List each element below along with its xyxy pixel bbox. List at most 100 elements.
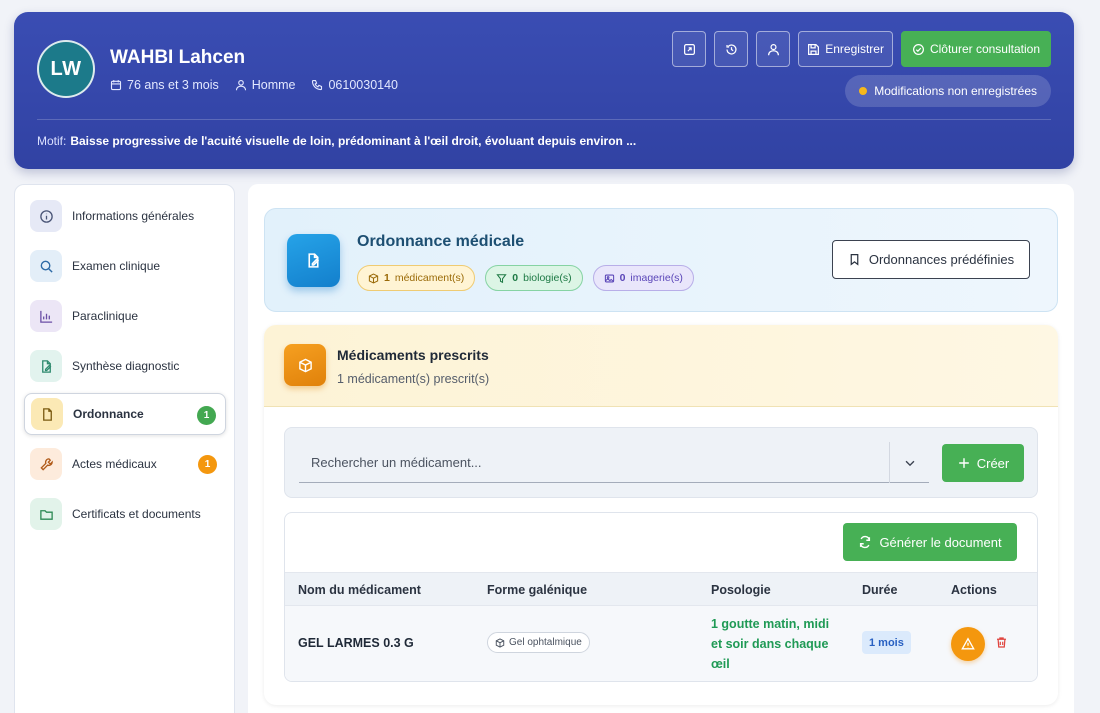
sidebar-item-label: Synthèse diagnostic	[72, 359, 180, 373]
edit-document-icon	[287, 234, 340, 287]
status-dot-icon	[859, 87, 868, 95]
wrench-icon	[30, 448, 62, 480]
info-icon	[30, 200, 62, 232]
medicaments-card: Médicaments prescrits 1 médicament(s) pr…	[264, 325, 1058, 705]
imagerie-count: 0	[619, 272, 626, 284]
motif-text: Baisse progressive de l'acuité visuelle …	[70, 134, 637, 148]
consultation-motif: Motif: Baisse progressive de l'acuité vis…	[37, 134, 636, 148]
profile-button[interactable]	[756, 31, 791, 67]
ordonnance-title: Ordonnance médicale	[357, 233, 525, 250]
patient-phone: 0610030140	[311, 78, 398, 92]
close-consultation-label: Clôturer consultation	[929, 42, 1040, 56]
history-button[interactable]	[714, 31, 749, 67]
sidebar-badge: 1	[198, 455, 217, 474]
patient-sex-text: Homme	[251, 78, 296, 92]
chevron-down-icon	[905, 460, 914, 466]
column-header: Forme galénique	[487, 583, 588, 597]
imagerie-count-chip: 0 imagerie(s)	[592, 265, 694, 291]
save-button[interactable]: Enregistrer	[798, 31, 893, 67]
duration-badge: 1 mois	[862, 631, 911, 654]
plus-icon	[958, 458, 969, 468]
close-consultation-button[interactable]: Clôturer consultation	[900, 31, 1051, 67]
history-icon	[726, 43, 737, 55]
galenic-form-badge: Gel ophtalmique	[487, 632, 590, 653]
user-icon	[235, 79, 246, 91]
generate-document-button[interactable]: Générer le document	[843, 523, 1017, 561]
sidebar-item-certificats-documents[interactable]: Certificats et documents	[24, 493, 226, 535]
medicament-count-label: médicament(s)	[394, 272, 465, 284]
column-header: Actions	[951, 583, 997, 597]
search-icon	[30, 250, 62, 282]
user-icon	[767, 43, 779, 55]
create-label: Créer	[976, 455, 1010, 471]
main-content: Ordonnance médicale 1 médicament(s) 0 bi…	[248, 184, 1074, 713]
sidebar-item-paraclinique[interactable]: Paraclinique	[24, 295, 226, 337]
interaction-warning-button[interactable]	[951, 627, 985, 661]
avatar: LW	[37, 40, 95, 98]
galenic-form-text: Gel ophtalmique	[509, 637, 582, 648]
ordonnance-card: Ordonnance médicale 1 médicament(s) 0 bi…	[264, 208, 1058, 312]
sidebar-item-examen-clinique[interactable]: Examen clinique	[24, 245, 226, 287]
patient-header: LW WAHBI Lahcen 76 ans et 3 mois Homme 0…	[14, 12, 1074, 169]
medicament-search-input[interactable]	[299, 442, 929, 483]
warning-icon	[961, 637, 975, 650]
box-icon	[495, 637, 505, 648]
sidebar-item-synthese-diagnostic[interactable]: Synthèse diagnostic	[24, 345, 226, 387]
header-divider	[37, 119, 1051, 120]
column-header: Posologie	[711, 583, 771, 597]
header-actions: Enregistrer Clôturer consultation	[672, 31, 1051, 67]
patient-age-text: 76 ans et 3 mois	[127, 78, 219, 92]
patient-name: WAHBI Lahcen	[110, 47, 246, 68]
patient-sex: Homme	[235, 78, 296, 92]
trash-icon	[997, 637, 1006, 648]
filter-icon	[496, 273, 507, 283]
column-header: Durée	[862, 583, 898, 597]
delete-row-button[interactable]	[995, 636, 1009, 650]
biologie-count-label: biologie(s)	[523, 272, 572, 284]
save-icon	[808, 43, 820, 55]
medicaments-header: Médicaments prescrits 1 médicament(s) pr…	[264, 325, 1058, 407]
folder-icon	[30, 498, 62, 530]
calendar-icon	[110, 80, 122, 91]
sidebar-item-informations-generales[interactable]: Informations générales	[24, 195, 226, 237]
document-icon	[31, 398, 63, 430]
refresh-icon	[860, 535, 871, 549]
phone-icon	[312, 79, 323, 91]
bookmark-icon	[850, 254, 859, 266]
column-header: Nom du médicament	[298, 583, 421, 597]
image-icon	[604, 274, 614, 282]
search-dropdown-button[interactable]	[889, 442, 929, 483]
check-circle-icon	[912, 43, 924, 55]
medicament-count-chip: 1 médicament(s)	[357, 265, 476, 291]
expand-button[interactable]	[672, 31, 707, 67]
table-row: GEL LARMES 0.3 G Gel ophtalmique 1 goutt…	[285, 606, 1037, 681]
patient-age: 76 ans et 3 mois	[110, 78, 219, 92]
biologie-count-chip: 0 biologie(s)	[485, 265, 583, 291]
save-label: Enregistrer	[825, 42, 884, 56]
sidebar-item-label: Examen clinique	[72, 259, 161, 273]
patient-meta: 76 ans et 3 mois Homme 0610030140	[110, 78, 398, 92]
sidebar-badge: 1	[197, 406, 216, 425]
imagerie-count-label: imagerie(s)	[630, 272, 683, 284]
sidebar-nav: Informations générales Examen clinique P…	[14, 184, 235, 713]
sidebar-item-actes-medicaux[interactable]: Actes médicaux 1	[24, 443, 226, 485]
sidebar-item-label: Actes médicaux	[72, 457, 157, 471]
medicaments-title: Médicaments prescrits	[337, 347, 489, 363]
generate-label: Générer le document	[879, 534, 1002, 550]
posologie-text: 1 goutte matin, midi et soir dans chaque…	[711, 617, 830, 671]
predefined-prescriptions-button[interactable]: Ordonnances prédéfinies	[832, 240, 1030, 279]
create-medicament-button[interactable]: Créer	[942, 444, 1024, 482]
chart-icon	[30, 300, 62, 332]
medicaments-table: Générer le document Nom du médicament Fo…	[284, 512, 1038, 682]
box-icon	[368, 272, 379, 284]
sidebar-item-label: Informations générales	[72, 209, 195, 223]
edit-document-icon	[30, 350, 62, 382]
expand-icon	[683, 43, 695, 55]
box-icon	[284, 344, 326, 386]
predefined-prescriptions-label: Ordonnances prédéfinies	[868, 252, 1015, 267]
biologie-count: 0	[512, 272, 519, 284]
sidebar-item-ordonnance[interactable]: Ordonnance 1	[24, 393, 226, 435]
sidebar-item-label: Paraclinique	[72, 309, 139, 323]
medicament-search-box: Créer	[284, 427, 1038, 498]
patient-phone-text: 0610030140	[328, 78, 399, 92]
